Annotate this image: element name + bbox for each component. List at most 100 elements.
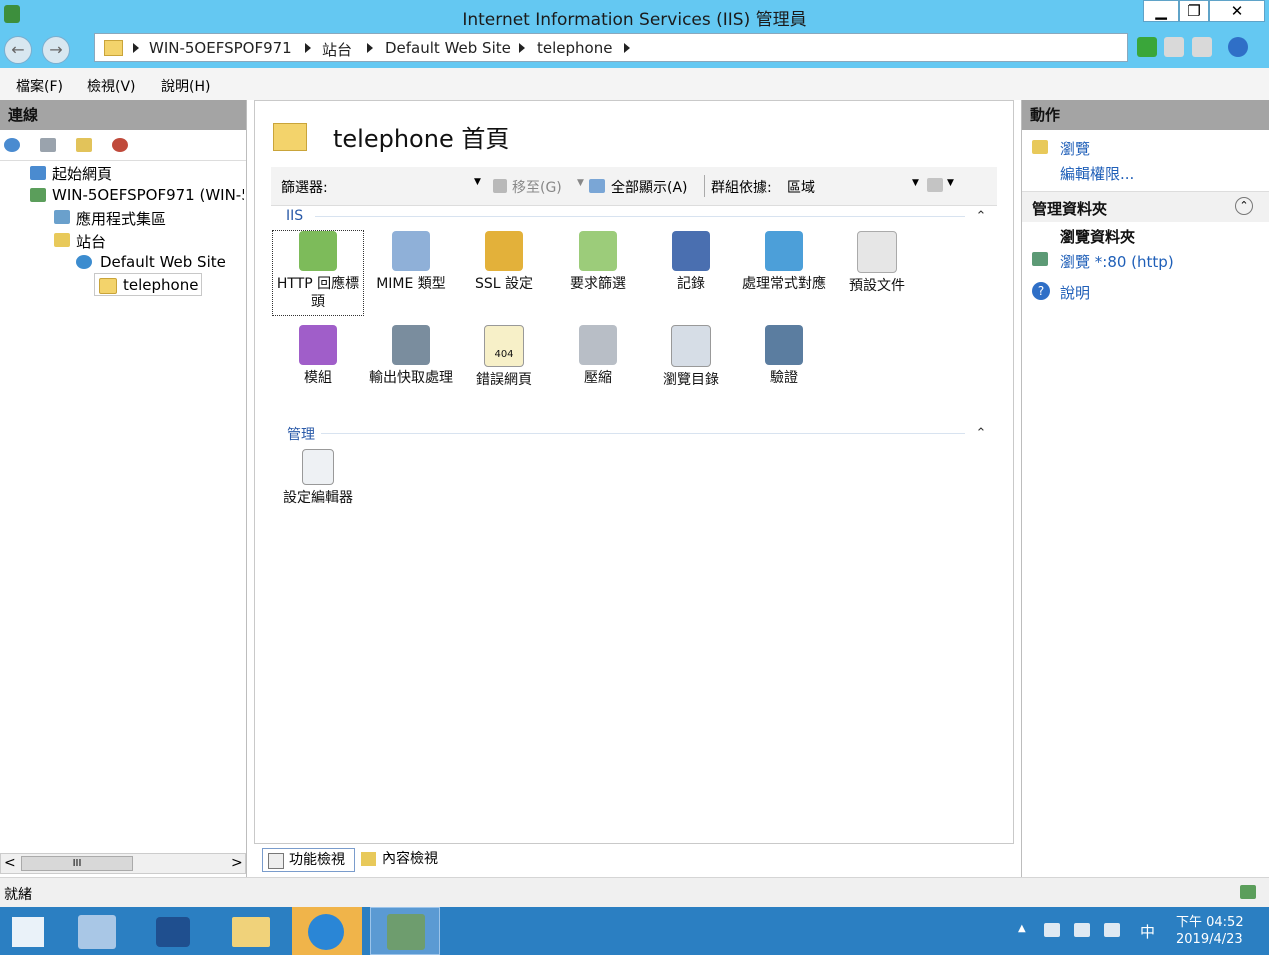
connect-globe-icon[interactable]	[4, 138, 20, 152]
handler-mappings-icon	[765, 231, 803, 271]
section-management-divider	[321, 433, 965, 434]
clock-date[interactable]: 2019/4/23	[1176, 932, 1243, 947]
feature-handler-mappings[interactable]: 處理常式對應	[739, 231, 829, 293]
volume-muted-icon[interactable]	[1104, 923, 1120, 937]
feature-request-filtering[interactable]: 要求篩選	[553, 231, 643, 293]
tray-overflow-icon[interactable]: ▲	[1018, 923, 1026, 934]
file-explorer-icon	[232, 917, 270, 947]
features-panel: telephone 首頁 篩選器: ▼ 移至(G) ▼ 全部顯示(A) 群組依據…	[254, 100, 1014, 844]
http-response-headers-icon	[299, 231, 337, 271]
minimize-button[interactable]: ▁	[1143, 0, 1179, 22]
tree-telephone-selected[interactable]: telephone	[94, 273, 202, 296]
goto-button[interactable]: 移至(G)	[512, 177, 562, 197]
chevron-right-icon[interactable]	[519, 43, 525, 53]
scroll-right-button[interactable]: >	[231, 855, 243, 871]
feature-directory-browsing[interactable]: 瀏覽目錄	[646, 325, 736, 389]
group-by-select[interactable]: 區域	[787, 177, 815, 197]
help-icon[interactable]	[1228, 37, 1248, 57]
save-icon[interactable]	[40, 138, 56, 152]
server-icon	[30, 188, 46, 202]
feature-error-pages[interactable]: 404 錯誤網頁	[459, 325, 549, 389]
menu-help[interactable]: 說明(H)	[161, 76, 210, 96]
view-mode-icon[interactable]	[927, 178, 943, 192]
internet-explorer-app[interactable]	[292, 907, 362, 955]
actions-panel: 動作 瀏覽 編輯權限... 管理資料夾 ⌃ 瀏覽資料夾 瀏覽 *:80 (htt…	[1021, 100, 1269, 877]
compression-icon	[579, 325, 617, 365]
stop-icon[interactable]	[1164, 37, 1184, 57]
collapse-iis-icon[interactable]: ⌃	[973, 209, 989, 225]
forward-button[interactable]: →	[42, 36, 70, 64]
tab-content-view[interactable]: 內容檢視	[358, 848, 448, 872]
tab-content-view-label: 內容檢視	[382, 851, 438, 867]
powershell-app[interactable]	[138, 907, 208, 955]
server-manager-app[interactable]	[62, 907, 132, 955]
tree-sites[interactable]: 站台	[76, 231, 106, 252]
feature-authentication[interactable]: 驗證	[739, 325, 829, 387]
restore-button[interactable]: ❐	[1179, 0, 1209, 22]
home-icon[interactable]	[1192, 37, 1212, 57]
view-mode-dropdown-icon[interactable]: ▼	[947, 178, 954, 188]
filter-funnel-icon[interactable]	[493, 179, 507, 193]
feature-default-document[interactable]: 預設文件	[832, 231, 922, 295]
crumb-default-web-site[interactable]: Default Web Site	[385, 39, 511, 57]
network-icon[interactable]	[1074, 923, 1090, 937]
breadcrumb[interactable]: WIN-5OEFSPOF971 站台 Default Web Site tele…	[94, 33, 1128, 62]
tab-features-view[interactable]: 功能檢視	[262, 848, 355, 872]
tree-start-page[interactable]: 起始網頁	[52, 163, 112, 184]
menu-file[interactable]: 檔案(F)	[16, 76, 63, 96]
feature-ssl-settings[interactable]: SSL 設定	[459, 231, 549, 293]
connections-toolbar	[0, 130, 246, 161]
feature-configuration-editor[interactable]: 設定編輯器	[273, 449, 363, 507]
crumb-telephone[interactable]: telephone	[537, 39, 612, 57]
start-button[interactable]	[0, 907, 58, 955]
collapse-management-icon[interactable]: ⌃	[973, 426, 989, 442]
show-all-icon[interactable]	[589, 179, 605, 193]
title-bar: Internet Information Services (IIS) 管理員 …	[0, 0, 1269, 30]
feature-label: 錯誤網頁	[476, 372, 532, 388]
chevron-right-icon[interactable]	[367, 43, 373, 53]
scroll-thumb[interactable]: III	[21, 856, 133, 871]
tree-server[interactable]: WIN-5OEFSPOF971 (WIN-5	[52, 186, 244, 204]
feature-label: MIME 類型	[376, 276, 446, 292]
feature-http-response-headers[interactable]: HTTP 回應標頭	[272, 230, 364, 316]
collapse-circle-icon[interactable]: ⌃	[1235, 197, 1253, 215]
group-by-dropdown-icon[interactable]: ▼	[912, 178, 919, 188]
crumb-server[interactable]: WIN-5OEFSPOF971	[149, 39, 292, 57]
chevron-right-icon[interactable]	[624, 43, 630, 53]
back-button[interactable]: ←	[4, 36, 32, 64]
tree-app-pools[interactable]: 應用程式集區	[76, 208, 166, 229]
taskbar: ▲ 中 下午 04:52 2019/4/23	[0, 907, 1269, 955]
horizontal-scrollbar[interactable]: < III >	[0, 853, 246, 874]
filter-input[interactable]	[331, 174, 483, 196]
action-edit-permissions[interactable]: 編輯權限...	[1060, 163, 1134, 184]
action-explore[interactable]: 瀏覽	[1060, 138, 1090, 159]
chevron-right-icon[interactable]	[133, 43, 139, 53]
scroll-left-button[interactable]: <	[4, 855, 16, 871]
feature-label: 模組	[304, 370, 332, 386]
menu-view[interactable]: 檢視(V)	[87, 76, 136, 96]
feature-logging[interactable]: 記錄	[646, 231, 736, 293]
feature-mime-types[interactable]: MIME 類型	[366, 231, 456, 293]
show-all-button[interactable]: 全部顯示(A)	[611, 177, 688, 197]
goto-dropdown-icon[interactable]: ▼	[577, 178, 584, 188]
refresh-icon[interactable]	[1137, 37, 1157, 57]
feature-output-caching[interactable]: 輸出快取處理	[366, 325, 456, 387]
chevron-down-icon[interactable]: ▼	[474, 177, 481, 187]
clock-time[interactable]: 下午 04:52	[1176, 911, 1244, 930]
chevron-right-icon[interactable]	[305, 43, 311, 53]
close-button[interactable]: ✕	[1209, 0, 1265, 22]
ime-indicator[interactable]: 中	[1140, 921, 1155, 942]
disconnect-icon[interactable]	[112, 138, 128, 152]
crumb-sites[interactable]: 站台	[322, 39, 352, 60]
action-browse-http[interactable]: 瀏覽 *:80 (http)	[1060, 251, 1174, 272]
iis-manager-app[interactable]	[370, 907, 440, 955]
file-explorer-app[interactable]	[216, 907, 286, 955]
menu-bar: 檔案(F) 檢視(V) 說明(H)	[0, 68, 1269, 100]
action-center-flag-icon[interactable]	[1044, 923, 1060, 937]
feature-compression[interactable]: 壓縮	[553, 325, 643, 387]
up-folder-icon[interactable]	[76, 138, 92, 152]
tree-default-web-site[interactable]: Default Web Site	[100, 253, 226, 271]
action-help[interactable]: 說明	[1060, 282, 1090, 303]
feature-modules[interactable]: 模組	[273, 325, 363, 387]
group-by-label: 群組依據:	[711, 180, 772, 196]
